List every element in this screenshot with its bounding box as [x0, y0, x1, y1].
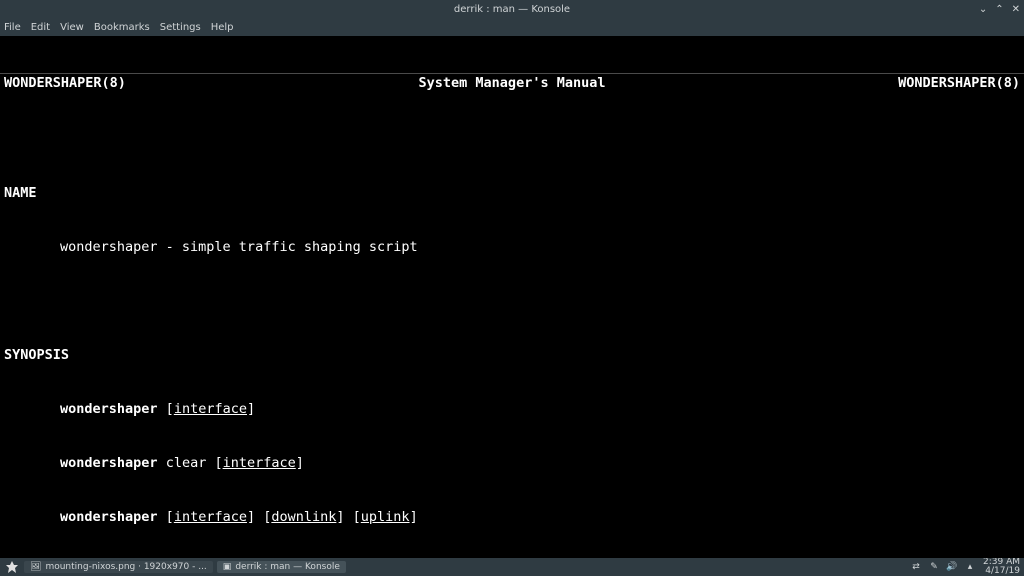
menubar: File Edit View Bookmarks Settings Help	[0, 18, 1024, 36]
man-header-right: WONDERSHAPER(8)	[898, 74, 1020, 92]
menu-settings[interactable]: Settings	[160, 22, 201, 33]
start-menu-icon[interactable]	[4, 559, 20, 575]
synopsis-line-3: wondershaper [interface] [downlink] [upl…	[0, 508, 1024, 526]
name-body: wondershaper - simple traffic shaping sc…	[0, 238, 1024, 256]
menu-view[interactable]: View	[60, 22, 84, 33]
network-icon[interactable]: ⇄	[911, 562, 921, 572]
terminal-icon: ▣	[223, 562, 232, 572]
clipboard-icon[interactable]: ✎	[929, 562, 939, 572]
maximize-icon[interactable]: ⌃	[995, 4, 1003, 15]
close-icon[interactable]: ✕	[1012, 4, 1020, 15]
taskbar-item-image[interactable]: 🖼 mounting-nixos.png · 1920x970 - ...	[24, 561, 213, 573]
menu-edit[interactable]: Edit	[31, 22, 50, 33]
menu-bookmarks[interactable]: Bookmarks	[94, 22, 150, 33]
section-synopsis: SYNOPSIS	[0, 346, 1024, 364]
man-header-center: System Manager's Manual	[419, 74, 606, 92]
chevron-up-icon[interactable]: ▴	[965, 562, 975, 572]
synopsis-line-2: wondershaper clear [interface]	[0, 454, 1024, 472]
window-title: derrik : man — Konsole	[454, 4, 570, 15]
volume-icon[interactable]: 🔊	[947, 562, 957, 572]
synopsis-line-1: wondershaper [interface]	[0, 400, 1024, 418]
taskbar: 🖼 mounting-nixos.png · 1920x970 - ... ▣ …	[0, 558, 1024, 576]
window-titlebar: derrik : man — Konsole ⌄ ⌃ ✕	[0, 0, 1024, 18]
section-name: NAME	[0, 184, 1024, 202]
minimize-icon[interactable]: ⌄	[979, 4, 987, 15]
menu-help[interactable]: Help	[211, 22, 234, 33]
menu-file[interactable]: File	[4, 22, 21, 33]
clock[interactable]: 2:39 AM 4/17/19	[983, 558, 1020, 576]
terminal-viewport[interactable]: WONDERSHAPER(8) System Manager's Manual …	[0, 36, 1024, 558]
man-header-left: WONDERSHAPER(8)	[4, 74, 126, 92]
image-icon: 🖼	[30, 562, 41, 572]
taskbar-item-konsole[interactable]: ▣ derrik : man — Konsole	[217, 561, 346, 573]
